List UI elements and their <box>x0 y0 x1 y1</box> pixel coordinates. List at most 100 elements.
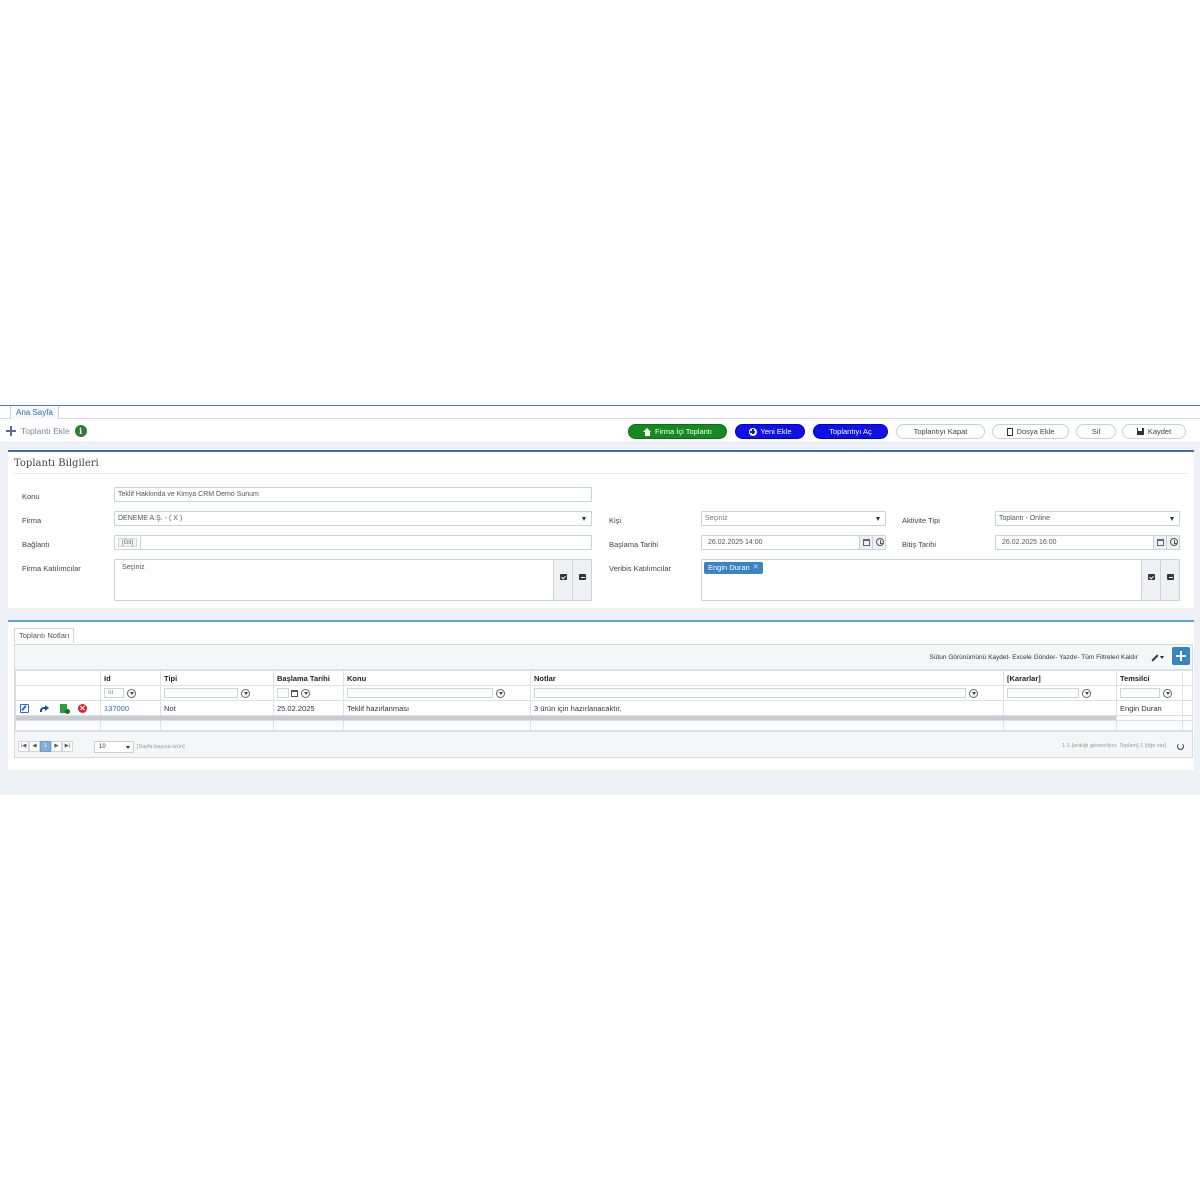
page-title: Toplantı Ekle <box>21 426 70 436</box>
refresh-icon[interactable] <box>1177 743 1184 750</box>
info-icon[interactable]: i <box>74 425 87 437</box>
filter-icon[interactable] <box>127 688 136 698</box>
filter-icon[interactable] <box>1082 688 1091 698</box>
filter-icon[interactable] <box>496 688 505 698</box>
empty-row <box>15 720 1193 731</box>
filter-icon[interactable] <box>241 688 250 698</box>
grid-action-links[interactable]: Sütun Görünümünü Kaydet- Excele Gönder- … <box>930 654 1138 661</box>
firma-select-value: DENEME A.Ş. - ( X ) <box>118 515 183 522</box>
filter-icon[interactable] <box>969 688 978 698</box>
tipi-filter-input[interactable] <box>164 688 238 698</box>
time-button[interactable] <box>1166 536 1179 549</box>
prev-page-button[interactable]: ◀ <box>29 741 40 752</box>
firma-ici-toplanti-button[interactable]: Firma İçi Toplantı <box>628 424 727 439</box>
sil-button[interactable]: Sil <box>1076 424 1116 439</box>
first-page-button[interactable]: |◀ <box>18 741 29 752</box>
dosya-ekle-button[interactable]: Dosya Ekle <box>992 424 1069 439</box>
empty-cell <box>1116 720 1183 731</box>
filter-spacer <box>1182 685 1193 701</box>
cell-spacer <box>1182 700 1193 716</box>
horizontal-scrollbar[interactable] <box>16 716 1116 720</box>
move-icon[interactable] <box>6 426 16 436</box>
calendar-button[interactable] <box>1153 536 1166 549</box>
row-id-link[interactable]: 137000 <box>104 704 129 713</box>
delete-icon[interactable] <box>78 703 87 713</box>
column-header-baslama-tarihi[interactable]: Başlama Tarihi <box>273 670 344 686</box>
wrench-icon[interactable] <box>1150 652 1164 662</box>
toolbar-title-group: Toplantı Ekle i <box>6 425 87 437</box>
firma-ici-toplanti-label: Firma İçi Toplantı <box>655 426 712 436</box>
chevron-down-icon <box>582 517 586 521</box>
calendar-icon[interactable] <box>291 689 298 697</box>
konu-input[interactable]: Teklif Hakkında ve Kimya CRM Demo Sunum <box>114 487 592 502</box>
document-icon[interactable] <box>60 703 70 714</box>
cell-tipi: Not <box>160 700 274 716</box>
divider <box>140 536 141 549</box>
edit-icon[interactable] <box>20 703 29 713</box>
baslama-filter-input[interactable] <box>277 688 289 698</box>
bitis-tarihi-input[interactable]: 26.02.2025 16:00 <box>995 535 1180 550</box>
next-page-button[interactable]: ▶ <box>51 741 62 752</box>
column-header-kararlar[interactable]: [Kararlar] <box>1003 670 1117 686</box>
page-size-select[interactable]: 10 <box>94 741 134 753</box>
toolbar: Toplantı Ekle i Firma İçi Toplantı Yeni … <box>0 419 1200 443</box>
remove-tag-icon[interactable]: ✕ <box>753 562 759 574</box>
grid-toolbar: Sütun Görünümünü Kaydet- Excele Gönder- … <box>15 645 1192 670</box>
select-all-button[interactable] <box>1141 560 1160 600</box>
table-row[interactable]: 137000 Not 25.02.2025 Teklif hazırlanmas… <box>15 700 1193 716</box>
calendar-button[interactable] <box>859 536 872 549</box>
deselect-all-button[interactable] <box>572 560 591 600</box>
firma-select[interactable]: DENEME A.Ş. - ( X ) <box>114 511 592 526</box>
share-icon[interactable] <box>40 704 49 713</box>
toplantiyi-kapat-label: Toplantıyı Kapat <box>913 426 968 436</box>
meeting-notes-panel: Toplantı Notları Sütun Görünümünü Kaydet… <box>8 620 1194 770</box>
dosya-ekle-label: Dosya Ekle <box>1016 426 1055 436</box>
cell-id: 137000 <box>100 700 161 716</box>
kararlar-filter-input[interactable] <box>1007 688 1079 698</box>
yeni-ekle-button[interactable]: Yeni Ekle <box>735 424 805 439</box>
kisi-select[interactable]: Seçiniz <box>701 511 886 526</box>
temsilci-filter-input[interactable] <box>1120 688 1160 698</box>
last-page-button[interactable]: ▶| <box>62 741 73 752</box>
filter-icon[interactable] <box>301 688 310 698</box>
filter-cell-baslama <box>273 685 344 701</box>
add-row-button[interactable] <box>1172 647 1190 665</box>
toplantiyi-kapat-button[interactable]: Toplantıyı Kapat <box>896 424 985 439</box>
time-button[interactable] <box>872 536 885 549</box>
tab-home[interactable]: Ana Sayfa <box>10 406 59 420</box>
firma-katilimcilar-select[interactable]: Seçiniz <box>114 559 592 601</box>
column-header-konu[interactable]: Konu <box>343 670 531 686</box>
minus-icon <box>1167 574 1174 580</box>
tab-toplanti-notlari[interactable]: Toplantı Notları <box>14 628 75 643</box>
veribis-katilimcilar-select[interactable]: Engin Duran ✕ <box>701 559 1180 601</box>
column-header-tipi[interactable]: Tipi <box>160 670 274 686</box>
baslama-tarihi-input[interactable]: 26.02.2025 14:00 <box>701 535 886 550</box>
current-page-button[interactable]: 1 <box>40 741 51 752</box>
baglanti-label: Bağlantı <box>22 540 50 549</box>
pager-info: 1-1 [aralığı gösteriliyor. Toplam] 1 [öğ… <box>1062 743 1166 749</box>
cell-temsilci: Engin Duran <box>1116 700 1183 716</box>
pager: |◀ ◀ 1 ▶ ▶| 10 [Sayfa başına ürün] 1-1 [… <box>15 731 1192 757</box>
column-header-temsilci[interactable]: Temsilci <box>1116 670 1183 686</box>
aktivite-tipi-select[interactable]: Toplantı - Online <box>995 511 1180 526</box>
column-header-notlar[interactable]: Notlar <box>530 670 1004 686</box>
check-icon <box>560 574 567 580</box>
divider <box>14 473 1188 474</box>
page-size-value: 10 <box>99 744 106 750</box>
cell-notlar: 3 ürün için hazırlanacaktır. <box>530 700 1004 716</box>
select-all-button[interactable] <box>553 560 572 600</box>
tab-strip: Ana Sayfa <box>0 405 1200 420</box>
kaydet-button[interactable]: Kaydet <box>1122 424 1186 439</box>
firma-katilimcilar-label: Firma Katılımcılar <box>22 564 81 573</box>
konu-filter-input[interactable] <box>347 688 493 698</box>
deselect-all-button[interactable] <box>1160 560 1179 600</box>
toplantiyi-ac-button[interactable]: Toplantıyı Aç <box>813 424 888 439</box>
git-link[interactable]: [Git] <box>118 538 138 547</box>
notlar-filter-input[interactable] <box>534 688 966 698</box>
filter-cell-kararlar <box>1003 685 1117 701</box>
baglanti-input[interactable]: [Git] <box>114 535 592 550</box>
column-header-id[interactable]: Id <box>100 670 161 686</box>
veribis-katilimcilar-label: Veribis Katılımcılar <box>609 564 672 573</box>
filter-icon[interactable] <box>1163 688 1172 698</box>
id-filter-input[interactable]: Id <box>104 688 124 698</box>
